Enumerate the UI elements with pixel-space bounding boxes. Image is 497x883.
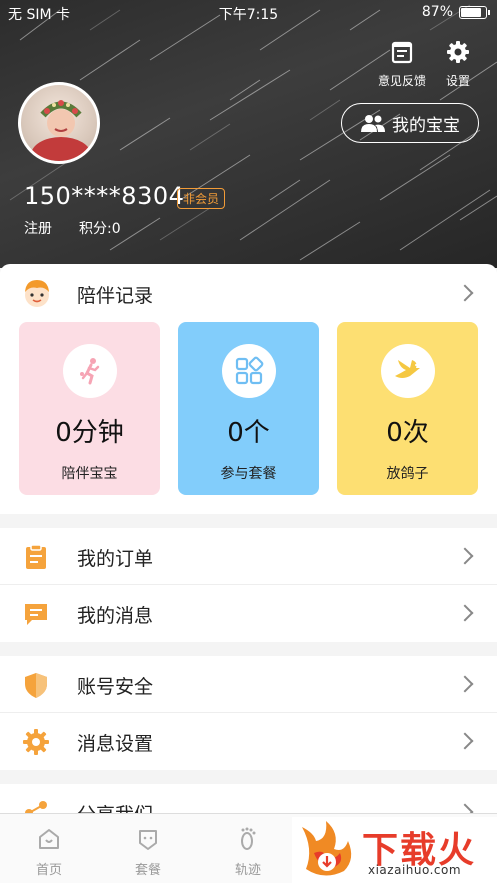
tab-label: 轨迹 [234, 863, 261, 878]
chevron-right-icon [456, 675, 474, 693]
people-icon [361, 115, 385, 132]
avatar[interactable] [18, 82, 100, 164]
clipboard-icon [26, 544, 46, 569]
tab-home[interactable]: 首页 [19, 826, 79, 878]
status-right: 87% [421, 4, 490, 20]
stat-packages[interactable]: 0个 参与套餐 [178, 322, 319, 495]
feedback-label: 意见反馈 [377, 74, 426, 88]
package-icon [139, 830, 157, 850]
my-baby-label: 我的宝宝 [392, 115, 460, 136]
battery-icon [459, 5, 490, 19]
tab-packages[interactable]: 套餐 [118, 826, 178, 878]
watermark-url: xiazaihuo.com [368, 863, 462, 877]
menu-label: 账号安全 [77, 676, 154, 698]
feedback-icon [391, 41, 413, 64]
profile-header: 无 SIM 卡 下午7:15 87% 意见反馈 设置 我的宝宝 150****8… [0, 0, 497, 268]
menu-label: 消息设置 [77, 733, 154, 755]
menu-item-orders[interactable]: 我的订单 [0, 528, 497, 585]
member-status-badge: 非会员 [177, 188, 226, 209]
phone-number: 150****8304 [24, 182, 185, 210]
stat-value: 0分钟 [55, 418, 124, 448]
menu-item-message-settings[interactable]: 消息设置 [0, 713, 497, 770]
menu-group-orders: 我的订单 我的消息 [0, 528, 497, 642]
stat-label: 放鸽子 [386, 466, 429, 482]
stat-label: 参与套餐 [220, 466, 277, 482]
points-label: 积分:0 [79, 221, 121, 237]
running-kid-icon [62, 344, 117, 398]
chevron-right-icon [456, 547, 474, 565]
companion-record-card: 陪伴记录 0分钟 陪伴宝宝 0个 参与套餐 0次 放鸽子 [0, 264, 497, 514]
gear-icon [23, 729, 49, 755]
tab-label: 套餐 [134, 863, 161, 878]
flame-logo [302, 821, 352, 876]
register-link[interactable]: 注册 [24, 218, 52, 238]
companion-record-row[interactable]: 陪伴记录 [0, 264, 497, 322]
menu-group-account: 账号安全 消息设置 [0, 656, 497, 770]
feedback-button[interactable]: 意见反馈 [374, 38, 430, 89]
shield-icon [25, 673, 47, 698]
stat-label: 陪伴宝宝 [61, 466, 118, 482]
menu-label: 我的订单 [77, 548, 154, 570]
settings-label: 设置 [445, 74, 470, 88]
menu-item-messages[interactable]: 我的消息 [0, 585, 497, 642]
stat-value: 0个 [227, 418, 270, 448]
companion-title: 陪伴记录 [77, 285, 154, 307]
my-baby-button[interactable]: 我的宝宝 [341, 103, 479, 143]
chevron-right-icon [456, 732, 474, 750]
home-icon [39, 829, 59, 849]
battery-percent: 87% [421, 4, 453, 20]
avatar-photo [31, 100, 91, 161]
status-bar: 无 SIM 卡 下午7:15 87% [0, 0, 497, 26]
profile-screen: 无 SIM 卡 下午7:15 87% 意见反馈 设置 我的宝宝 150****8… [0, 0, 497, 883]
dove-icon [380, 344, 435, 398]
stat-companion-time[interactable]: 0分钟 陪伴宝宝 [19, 322, 160, 495]
menu-label: 我的消息 [77, 605, 154, 627]
stat-value: 0次 [386, 418, 429, 448]
menu-item-security[interactable]: 账号安全 [0, 656, 497, 713]
chevron-right-icon [456, 284, 474, 302]
grid-icon [221, 344, 276, 398]
stat-no-shows[interactable]: 0次 放鸽子 [337, 322, 478, 495]
tab-label: 首页 [35, 863, 62, 878]
message-icon [25, 604, 47, 625]
child-face-icon [25, 280, 49, 307]
tab-track[interactable]: 轨迹 [218, 826, 278, 878]
chevron-right-icon [456, 604, 474, 622]
footprint-icon [241, 827, 256, 850]
watermark: 下载火 xiazaihuo.com [292, 817, 497, 883]
settings-button[interactable]: 设置 [440, 38, 476, 89]
gear-icon [447, 41, 469, 63]
